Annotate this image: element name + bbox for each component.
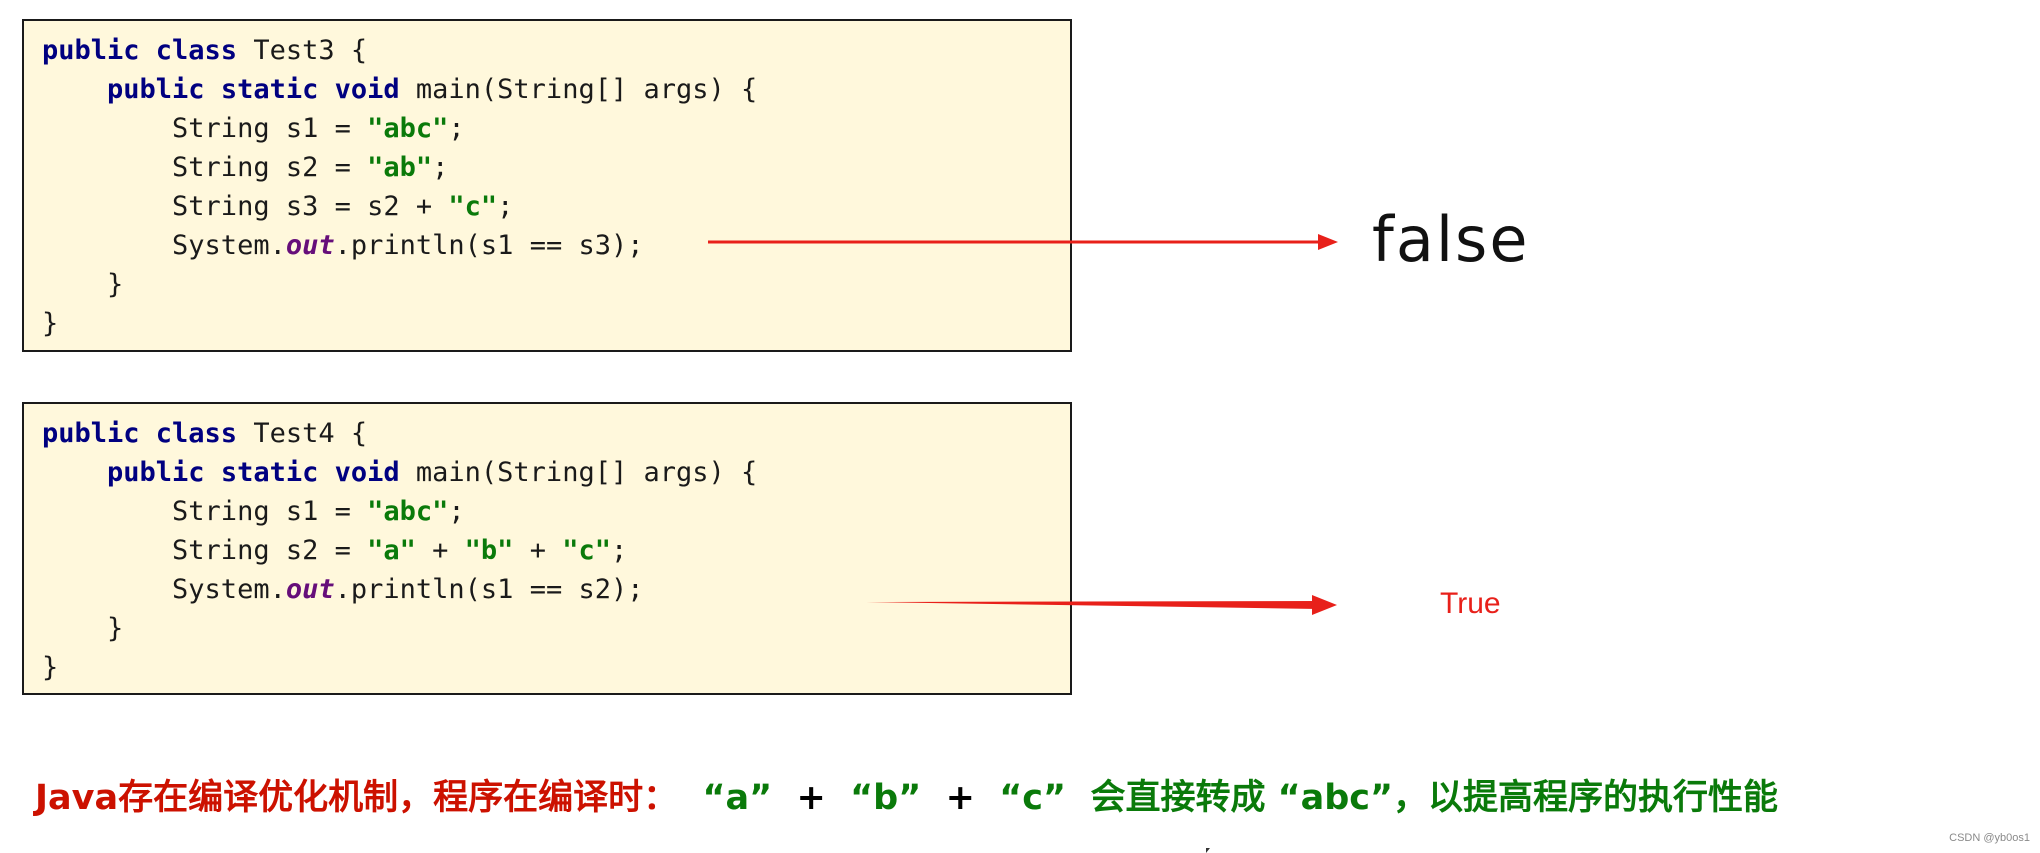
code-keyword: public static void bbox=[107, 74, 416, 105]
code-text: System. bbox=[42, 574, 286, 605]
conclusion-green-part: 会直接转成 “abc”，以提高程序的执行性能 bbox=[1090, 778, 1779, 818]
code-text: ; bbox=[497, 191, 514, 222]
code-text: main(String[] args) { bbox=[415, 457, 758, 488]
code-keyword: public class bbox=[42, 35, 254, 66]
code-text: } bbox=[42, 308, 59, 339]
quoted-a: “a” bbox=[702, 778, 773, 818]
code-text: String s2 = bbox=[42, 535, 368, 566]
watermark: CSDN @yb0os1 bbox=[1949, 832, 2030, 844]
code-text: String s1 = bbox=[42, 496, 368, 527]
code-text: .println(s1 == s3); bbox=[334, 230, 644, 261]
code-text: System. bbox=[42, 230, 286, 261]
code-line: public static void main(String[] args) { bbox=[42, 453, 1070, 492]
code-line: String s1 = "abc"; bbox=[42, 492, 1070, 531]
mouse-cursor-icon bbox=[1206, 848, 1210, 853]
code-line: System.out.println(s1 == s2); bbox=[42, 570, 1070, 609]
code-text: } bbox=[42, 269, 124, 300]
code-field: out bbox=[285, 574, 335, 605]
code-line: String s2 = "a" + "b" + "c"; bbox=[42, 531, 1070, 570]
code-line: } bbox=[42, 265, 1070, 304]
arrow-head bbox=[1318, 234, 1338, 250]
quoted-b: “b” bbox=[850, 778, 922, 818]
code-line: String s1 = "abc"; bbox=[42, 109, 1070, 148]
code-line: String s3 = s2 + "c"; bbox=[42, 187, 1070, 226]
code-line: } bbox=[42, 304, 1070, 343]
arrow-head bbox=[1312, 595, 1337, 615]
code-text: main(String[] args) { bbox=[415, 74, 758, 105]
code-string-literal: "b" bbox=[464, 535, 514, 566]
code-line: } bbox=[42, 648, 1070, 687]
plus-sign: + bbox=[945, 778, 975, 818]
code-text: } bbox=[42, 613, 124, 644]
code-string-literal: "abc" bbox=[367, 496, 449, 527]
code-line: public class Test4 { bbox=[42, 414, 1070, 453]
code-text: ; bbox=[448, 113, 465, 144]
code-keyword: public static void bbox=[107, 457, 416, 488]
code-string-literal: "c" bbox=[448, 191, 498, 222]
code-keyword: public class bbox=[42, 418, 254, 449]
code-line: public static void main(String[] args) { bbox=[42, 70, 1070, 109]
code-field: out bbox=[285, 230, 335, 261]
conclusion-red-part: Java存在编译优化机制，程序在编译时： bbox=[35, 778, 679, 818]
code-block-test3: public class Test3 { public static void … bbox=[22, 19, 1072, 352]
code-text: + bbox=[415, 535, 465, 566]
code-text: .println(s1 == s2); bbox=[334, 574, 644, 605]
code-text: ; bbox=[432, 152, 449, 183]
code-string-literal: "a" bbox=[367, 535, 416, 566]
code-text: String s2 = bbox=[42, 152, 368, 183]
code-block-test4: public class Test4 { public static void … bbox=[22, 402, 1072, 695]
code-line: public class Test3 { bbox=[42, 31, 1070, 70]
code-text: + bbox=[513, 535, 563, 566]
code-string-literal: "ab" bbox=[367, 152, 433, 183]
code-text: ; bbox=[611, 535, 628, 566]
code-text: ; bbox=[448, 496, 465, 527]
code-text: String s3 = s2 + bbox=[42, 191, 449, 222]
code-text: } bbox=[42, 652, 59, 683]
code-string-literal: "abc" bbox=[367, 113, 449, 144]
code-string-literal: "c" bbox=[562, 535, 612, 566]
code-line: } bbox=[42, 609, 1070, 648]
conclusion-text: Java存在编译优化机制，程序在编译时： “a” + “b” + “c” 会直接… bbox=[35, 776, 1778, 820]
result-false-label: false bbox=[1372, 203, 1530, 276]
result-true-label: True bbox=[1440, 587, 1501, 620]
code-text: Test3 { bbox=[253, 35, 368, 66]
code-text: Test4 { bbox=[253, 418, 368, 449]
quoted-c: “c” bbox=[999, 778, 1067, 818]
plus-sign: + bbox=[796, 778, 826, 818]
code-line: String s2 = "ab"; bbox=[42, 148, 1070, 187]
code-text: String s1 = bbox=[42, 113, 368, 144]
code-line: System.out.println(s1 == s3); bbox=[42, 226, 1070, 265]
